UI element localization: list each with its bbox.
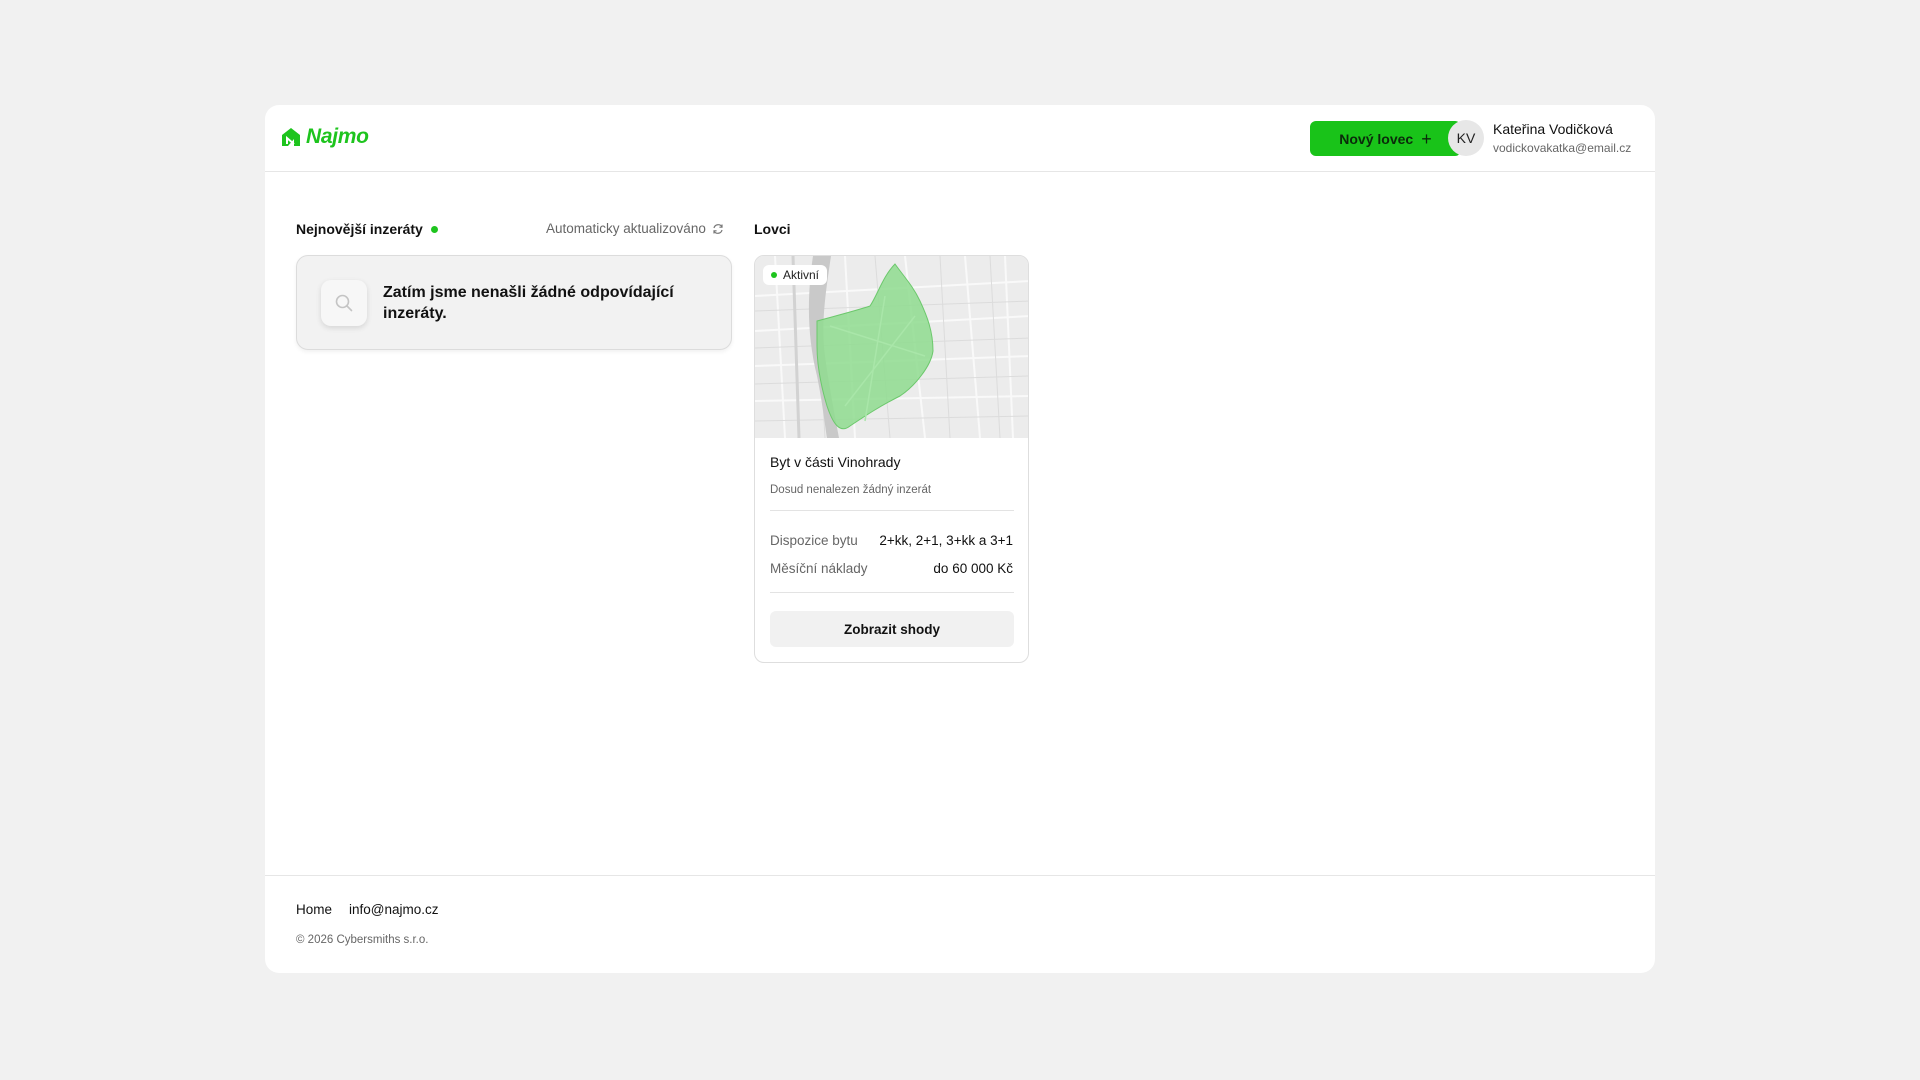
user-name: Kateřina Vodičková — [1493, 121, 1613, 137]
najmo-logo-icon — [282, 128, 300, 146]
hunter-area-map: Aktivní — [755, 256, 1028, 439]
latest-listings-heading: Nejnovější inzeráty — [296, 221, 438, 237]
copyright: © 2026 Cybersmiths s.r.o. — [296, 934, 429, 946]
avatar[interactable]: KV — [1448, 120, 1484, 156]
new-hunter-button[interactable]: Nový lovec + — [1310, 121, 1461, 156]
layout-value: 2+kk, 2+1, 3+kk a 3+1 — [879, 533, 1013, 548]
plus-icon: + — [1421, 128, 1432, 149]
new-hunter-label: Nový lovec — [1339, 130, 1414, 147]
footer-link-email[interactable]: info@najmo.cz — [349, 902, 439, 917]
empty-listings-message: Zatím jsme nenašli žádné odpovídající in… — [383, 284, 674, 322]
footer-link-home[interactable]: Home — [296, 902, 332, 917]
monthly-cost-value: do 60 000 Kč — [933, 561, 1013, 576]
hunter-status: Dosud nenalezen žádný inzerát — [770, 484, 932, 496]
latest-listings-title: Nejnovější inzeráty — [296, 221, 423, 237]
status-badge: Aktivní — [763, 265, 828, 285]
status-badge-label: Aktivní — [783, 268, 820, 282]
divider — [770, 592, 1014, 593]
avatar-initials: KV — [1456, 130, 1476, 146]
footer: Home info@najmo.cz © 2026 Cybersmiths s.… — [265, 875, 1655, 973]
refresh-icon — [713, 223, 723, 234]
active-dot-icon — [771, 272, 777, 278]
user-email: vodickovakatka@email.cz — [1493, 141, 1632, 155]
hunter-card[interactable]: Aktivní Byt v části Vinohrady Dosud nena… — [754, 255, 1029, 663]
hunter-name: Byt v části Vinohrady — [770, 454, 901, 470]
empty-listings-card: Zatím jsme nenašli žádné odpovídající in… — [296, 255, 732, 350]
auto-updated-indicator: Automaticky aktualizováno — [546, 221, 724, 236]
brand-logo[interactable]: Najmo — [280, 125, 369, 149]
monthly-cost-label: Měsíční náklady — [770, 561, 868, 576]
app-window: Najmo Nový lovec + KV Kateřina Vodičková… — [265, 105, 1655, 973]
show-matches-button[interactable]: Zobrazit shody — [770, 611, 1014, 647]
footer-links: Home info@najmo.cz — [296, 902, 439, 917]
auto-updated-label: Automaticky aktualizováno — [546, 221, 706, 236]
layout-label: Dispozice bytu — [770, 533, 858, 548]
live-status-dot-icon — [430, 225, 438, 233]
top-header: Najmo Nový lovec + KV Kateřina Vodičková… — [265, 105, 1655, 172]
search-icon — [321, 280, 367, 326]
hunters-title: Lovci — [754, 221, 791, 237]
brand-name: Najmo — [306, 125, 369, 148]
divider — [770, 510, 1014, 511]
